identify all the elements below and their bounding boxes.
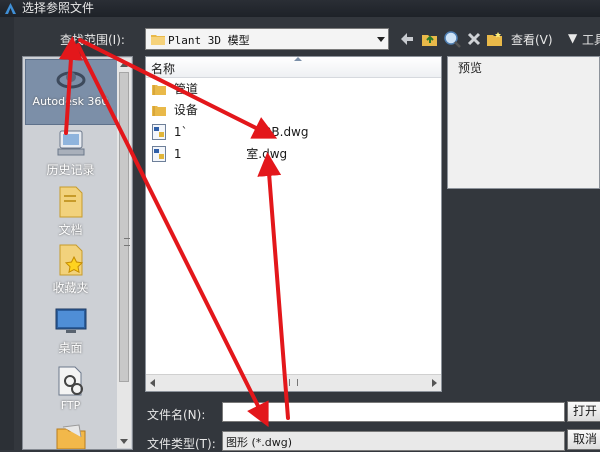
folder-web-icon [56,424,85,449]
file-list-hscrollbar[interactable] [146,374,441,391]
views-menu[interactable]: 查看(V) [511,31,553,48]
ftp-icon [58,366,83,396]
window-title: 选择参照文件 [22,1,95,15]
places-item-desktop[interactable]: 桌面 [23,307,118,356]
folder-icon [151,35,165,45]
folder-icon [152,84,166,95]
scroll-thumb[interactable] [119,72,130,382]
look-in-label: 查找范围(I): [60,33,125,47]
places-item-label: FTP [60,399,81,412]
back-arrow-icon[interactable] [398,30,416,48]
places-item-ftp[interactable]: FTP [23,365,118,412]
dialog-edge [0,17,14,450]
places-item-favorites[interactable]: 收藏夹 [23,243,118,296]
list-item[interactable]: 管道 [152,78,198,98]
filetype-combo[interactable]: 图形 (*.dwg) [222,431,565,451]
places-item-label: 收藏夹 [52,281,89,295]
name-column-header[interactable]: 名称 [146,57,441,78]
scroll-down-arrow-icon[interactable] [120,439,128,444]
autodesk-360-icon [56,71,85,89]
delete-icon[interactable] [465,30,483,48]
file-name: 1` .03B.dwg [173,124,309,139]
dwg-file-icon [152,145,166,162]
places-item-history[interactable]: 历史记录 [23,129,118,178]
tools-menu[interactable]: 工具 [582,31,600,48]
filetype-label: 文件类型(T): [147,437,216,451]
select-reference-file-dialog: 查找范围(I): Plant 3D 模型 查看(V) ▼ 工具 Autodesk… [0,17,600,451]
places-item-label: 历史记录 [46,163,95,177]
places-sidebar: Autodesk 360 历史记录 文档 收藏夹 桌面 FTP [22,56,133,450]
grip-icon [124,238,130,246]
file-list: 名称 管道 设备 1` .03B.dwg 1 室.dwg [145,56,442,392]
places-item-autodesk-360[interactable]: Autodesk 360 [23,67,118,108]
history-icon [57,130,84,156]
cancel-button[interactable]: 取消 [567,429,600,450]
list-item[interactable]: 设备 [152,99,198,119]
folder-icon [152,105,166,116]
search-web-icon[interactable] [443,30,461,48]
file-name: 管道 [173,81,198,96]
places-scrollbar[interactable] [117,58,131,448]
grip-icon [289,379,298,386]
scroll-up-arrow-icon[interactable] [120,62,128,67]
list-item[interactable]: 1 室.dwg [152,143,287,163]
documents-folder-icon [59,186,82,218]
chevron-down-icon[interactable] [377,37,385,42]
places-item-label: Autodesk 360 [32,95,109,108]
title-bar: 选择参照文件 [0,0,600,17]
preview-pane: 预览 [447,56,600,189]
filename-label: 文件名(N): [147,408,206,422]
dwg-file-icon [152,123,166,140]
sort-ascending-icon [294,57,302,61]
places-item-buzzsaw[interactable] [23,423,118,449]
places-item-label: 桌面 [58,341,83,355]
list-item[interactable]: 1` .03B.dwg [152,121,309,141]
column-name-label: 名称 [151,62,176,76]
look-in-combo[interactable]: Plant 3D 模型 [145,28,389,50]
autocad-app-icon [5,3,16,14]
new-folder-icon[interactable] [486,30,504,48]
look-in-value: Plant 3D 模型 [168,34,250,47]
places-item-documents[interactable]: 文档 [23,185,118,238]
file-name: 1 室.dwg [173,146,288,161]
places-item-label: 文档 [58,223,83,237]
scroll-left-arrow-icon[interactable] [150,379,155,387]
filetype-value: 图形 (*.dwg) [226,436,293,449]
scroll-right-arrow-icon[interactable] [432,379,437,387]
tools-menu-arrow-icon[interactable]: ▼ [568,31,577,45]
favorites-star-icon [59,244,83,276]
up-folder-icon[interactable] [421,30,439,48]
filename-input[interactable] [222,402,565,422]
file-name: 设备 [173,102,198,117]
preview-label: 预览 [458,61,483,75]
desktop-monitor-icon [55,308,86,333]
open-button[interactable]: 打开 [567,401,600,422]
